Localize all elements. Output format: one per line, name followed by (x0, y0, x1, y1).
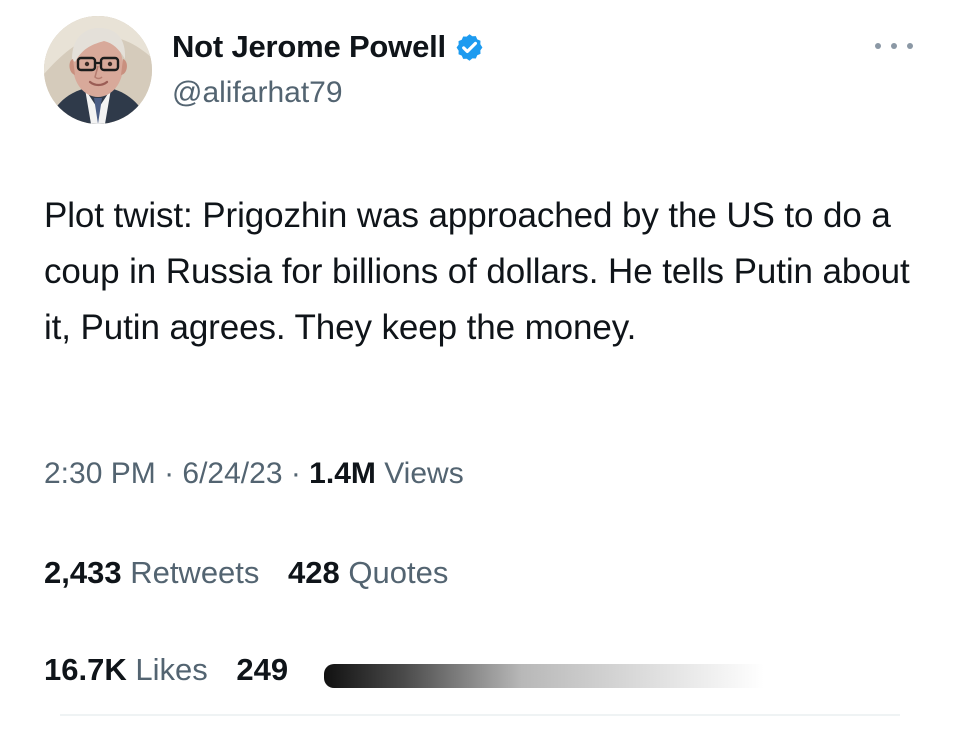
engagement-row-reposts: 2,433 Retweets 428 Quotes (44, 555, 914, 591)
author-display-name[interactable]: Not Jerome Powell (172, 29, 446, 65)
retweets-label: Retweets (121, 555, 260, 590)
quotes-label: Quotes (339, 555, 449, 590)
tweet-card: Not Jerome Powell @alifarhat79 Plot twis… (0, 0, 960, 732)
cropped-fade-overlay (324, 664, 764, 688)
meta-separator: · (155, 457, 183, 490)
quotes-stat[interactable]: 428 Quotes (288, 555, 448, 591)
profile-avatar[interactable] (44, 16, 152, 124)
avatar-photo (44, 16, 152, 124)
engagement-row-likes: 16.7K Likes 249 (44, 652, 914, 688)
bookmarks-stat[interactable]: 249 (236, 652, 288, 688)
views-label: Views (375, 457, 464, 490)
tweet-time[interactable]: 2:30 PM (44, 457, 156, 490)
quotes-count: 428 (288, 555, 340, 590)
more-dot-icon (891, 43, 897, 49)
likes-label: Likes (126, 652, 208, 687)
tweet-date[interactable]: 6/24/23 (182, 457, 282, 490)
retweets-stat[interactable]: 2,433 Retweets (44, 555, 259, 591)
more-dot-icon (875, 43, 881, 49)
author-handle[interactable]: @alifarhat79 (172, 76, 812, 110)
author-block: Not Jerome Powell @alifarhat79 (172, 24, 812, 110)
tweet-metadata: 2:30 PM · 6/24/23 · 1.4M Views (44, 457, 844, 491)
author-name-row: Not Jerome Powell (172, 24, 812, 70)
likes-stat[interactable]: 16.7K Likes (44, 652, 208, 688)
bookmarks-count-partial: 249 (236, 652, 289, 687)
views-count: 1.4M (309, 457, 376, 490)
verified-badge-icon (456, 33, 483, 61)
likes-count: 16.7K (44, 652, 127, 687)
meta-separator: · (282, 457, 310, 490)
more-options-icon[interactable] (875, 39, 913, 53)
bottom-divider (60, 714, 900, 716)
tweet-text: Plot twist: Prigozhin was approached by … (44, 196, 910, 347)
retweets-count: 2,433 (44, 555, 122, 590)
more-dot-icon (907, 43, 913, 49)
